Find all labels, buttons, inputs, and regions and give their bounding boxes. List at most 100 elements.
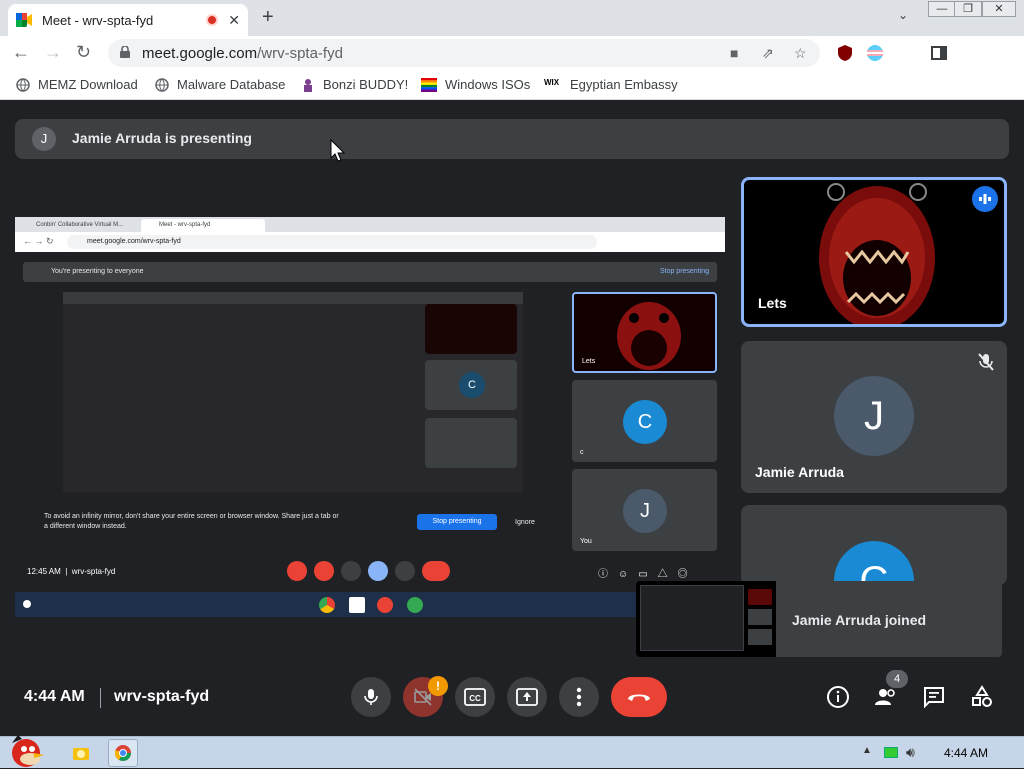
hang-up-icon [628,694,650,701]
camera-warning-badge: ! [428,676,448,696]
presenter-avatar: J [32,127,56,151]
explorer-folder-icon[interactable] [72,744,90,762]
network-icon[interactable] [884,747,898,758]
taskbar-clock[interactable]: 4:44 AM [944,746,988,760]
taskbar-chrome-button[interactable] [108,739,138,767]
svg-text:CC: CC [469,694,481,703]
shared-more-icon [395,561,415,581]
restore-button[interactable]: ❐ [954,1,982,17]
camera-icon[interactable]: ■ [730,45,738,61]
side-panel-icon[interactable] [930,44,948,62]
globe-icon [16,77,30,92]
participant-avatar: J [834,376,914,456]
rainbow-flag-icon [421,77,437,92]
microphone-button[interactable] [351,677,391,717]
people-count-badge: 4 [886,670,908,688]
shared-nested-tabbar [63,292,523,304]
angry-birds-start-icon[interactable] [4,733,50,769]
toast-screen-thumbnail [636,581,776,657]
url-text: meet.google.com/wrv-spta-fyd [142,45,343,62]
shared-tab-2: Meet - wrv-spta-fyd [141,219,265,232]
new-tab-button[interactable]: + [262,6,274,29]
shared-present-icon [368,561,388,581]
trans-flag-extension-icon[interactable] [866,44,884,62]
bookmark-egyptian-embassy[interactable]: WIX Egyptian Embassy [544,77,678,92]
bookmark-windows-isos[interactable]: Windows ISOs [421,77,530,92]
speaking-indicator-icon [972,186,998,212]
shared-stop-link: Stop presenting [659,268,709,275]
meeting-details-info-icon[interactable] [826,685,850,709]
bookmark-memz[interactable]: MEMZ Download [16,77,138,92]
bookmark-label: Egyptian Embassy [570,77,678,92]
activities-icon[interactable] [970,685,994,709]
participant-tile-c[interactable]: C [741,505,1007,585]
os-taskbar: ▲ 🔊︎ 4:44 AM [0,733,1024,769]
tab-close-icon[interactable]: ✕ [228,12,240,29]
present-now-button[interactable] [507,677,547,717]
participant-tile-jamie-arruda[interactable]: J Jamie Arruda [741,341,1007,493]
shared-tile-c: C c [572,380,717,462]
bookmark-bonzi-buddy[interactable]: Bonzi BUDDY! [301,77,408,92]
participant-tile-lets[interactable]: Lets [741,177,1007,327]
shared-address-bar: meet.google.com/wrv-spta-fyd [67,235,597,249]
captions-button[interactable]: CC [455,677,495,717]
reload-icon[interactable]: ↻ [76,42,91,63]
shared-mic-off-icon [287,561,307,581]
shared-gmail-icon [349,597,365,613]
tray-expand-icon[interactable]: ▲ [862,745,872,756]
shared-right-icons: ⓘ☺▭△◎ [598,569,698,580]
shared-avatar: J [623,489,667,533]
shared-tab-1: Conbin' Collaborative Virtual M... [36,222,124,228]
ublock-icon[interactable] [836,44,854,62]
tab-title: Meet - wrv-spta-fyd [42,12,154,28]
shared-tile-lets: Lets [572,292,717,373]
close-window-button[interactable]: ✕ [982,1,1016,17]
shared-cam-off-icon [314,561,334,581]
more-options-button[interactable] [559,677,599,717]
forward-arrow-icon[interactable]: → [44,42,62,63]
people-icon[interactable] [874,685,898,709]
bookmark-label: MEMZ Download [38,77,138,92]
lock-icon [120,46,130,58]
minimize-button[interactable]: — [928,1,956,17]
toast-text: Jamie Arruda joined [792,612,927,628]
volume-icon[interactable]: 🔊︎ [906,744,915,761]
mouse-cursor-icon [330,139,346,162]
shared-tile-you: J You [572,469,717,551]
browser-tab-meet[interactable]: Meet - wrv-spta-fyd ✕ [8,4,248,36]
star-icon[interactable]: ☆ [794,45,807,62]
bookmark-label: Windows ISOs [445,77,531,92]
meeting-time: 4:44 AM [24,688,85,705]
bookmarks-bar: MEMZ Download Malware Database Bonzi BUD… [0,70,1024,100]
microphone-icon [364,689,378,705]
participant-name: Lets [758,295,787,311]
participant-joined-toast: Jamie Arruda joined [636,581,1002,657]
shared-time: 12:45 AM | wrv-spta-fyd [27,567,116,576]
bookmark-label: Bonzi BUDDY! [323,77,409,92]
back-arrow-icon[interactable]: ← [12,42,30,63]
presenting-text: Jamie Arruda is presenting [72,130,252,146]
bookmark-malware-database[interactable]: Malware Database [155,77,285,92]
chat-icon[interactable] [922,685,946,709]
shared-end-call-icon [422,561,450,581]
address-bar[interactable]: meet.google.com/wrv-spta-fyd ■ ⇗ ☆ [108,39,820,67]
meeting-code: wrv-spta-fyd [114,688,210,705]
shared-cc-icon [341,561,361,581]
shared-nav-icons: ← → ↻ [23,236,54,246]
chrome-icon [115,745,131,761]
shared-youtube-icon [377,597,393,613]
bonzi-icon [304,78,312,92]
meet-page: J Jamie Arruda is presenting Conbin' Col… [0,100,1024,736]
shared-tile-name: Lets [582,358,596,365]
globe-icon [155,77,169,92]
nested-tile: C [425,360,517,410]
shared-toolbar: ← → ↻ meet.google.com/wrv-spta-fyd [15,232,725,252]
share-icon[interactable]: ⇗ [762,45,774,62]
nested-tile [425,418,517,468]
tab-search-icon[interactable]: ⌄ [898,8,908,22]
shared-meet-icon [407,597,423,613]
shared-ignore-link: Ignore [515,519,535,526]
end-call-button[interactable] [611,677,667,717]
shared-meet-page: You're presenting to everyone Stop prese… [15,252,725,617]
shared-chrome-icon [319,597,335,613]
